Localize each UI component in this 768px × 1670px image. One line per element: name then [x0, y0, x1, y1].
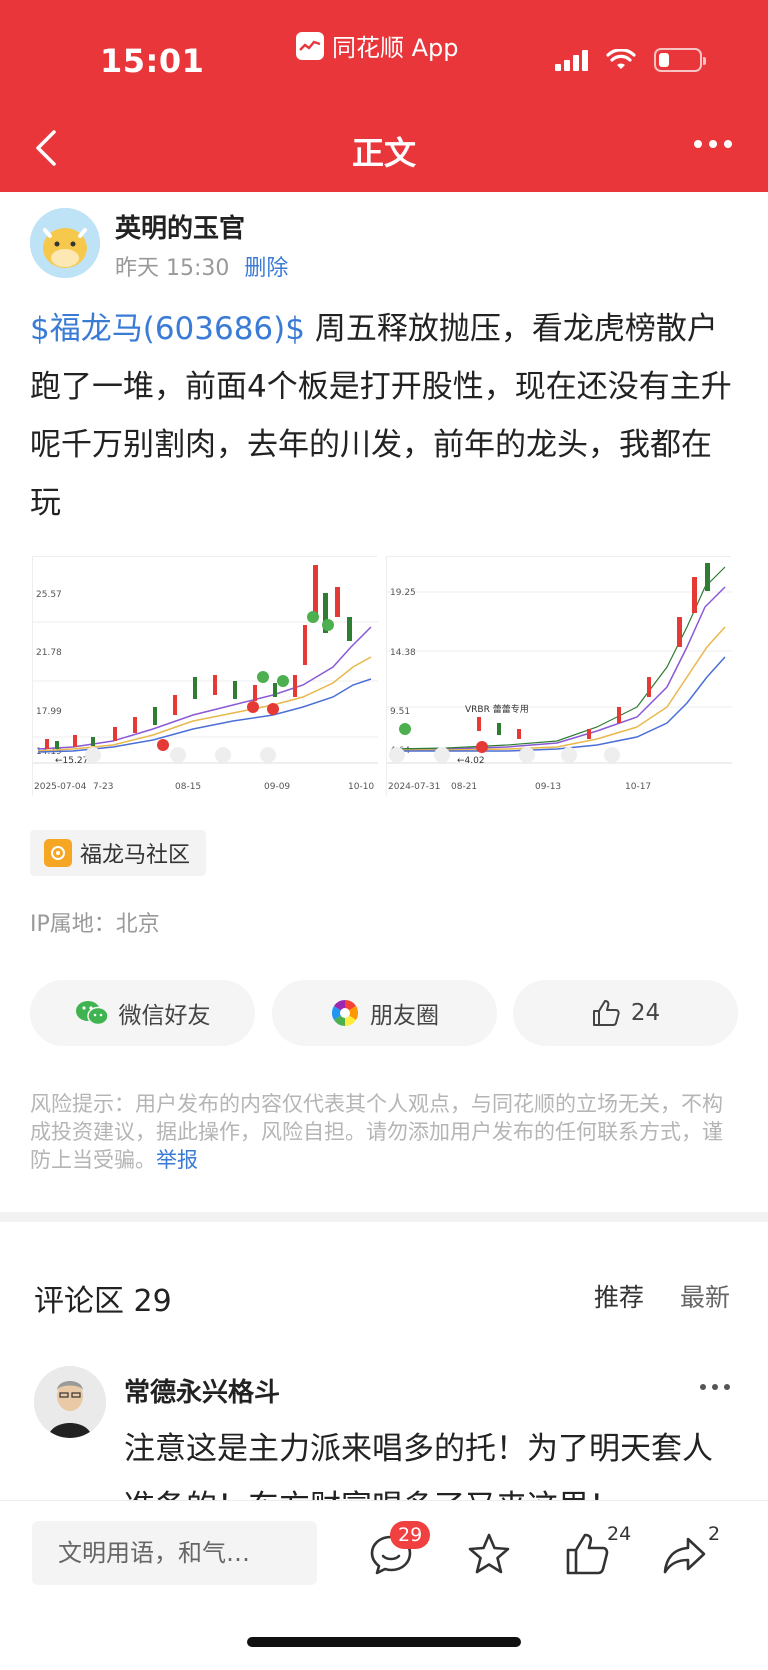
x-label: 10-10	[348, 782, 374, 792]
author-avatar[interactable]	[30, 208, 100, 278]
status-app-label: 同花顺 App	[296, 28, 459, 63]
like-button[interactable]: 24	[513, 980, 738, 1046]
bottom-action-bar: 文明用语，和气… 29 24 2	[0, 1500, 768, 1670]
thumbs-up-icon	[592, 1000, 620, 1026]
chart-annotation: VRBR 蕾蕾专用	[465, 703, 529, 715]
stock-tag-link[interactable]: $福龙马(603686)$	[30, 311, 305, 347]
ip-location: IP属地：北京	[30, 912, 160, 937]
share-count: 2	[708, 1523, 721, 1545]
commenter-avatar[interactable]	[34, 1366, 106, 1438]
status-app-name: 同花顺 App	[332, 34, 459, 62]
low-marker: ←4.02	[457, 756, 485, 766]
sort-recommend-tab[interactable]: 推荐	[594, 1278, 644, 1314]
more-options-icon[interactable]	[694, 140, 732, 148]
comment-more-icon[interactable]	[700, 1384, 730, 1390]
stock-chart-image-right[interactable]: 19.25 14.38 9.51 4.64 VRBR 蕾蕾专用 ←4.02 20…	[386, 556, 732, 797]
share-wechat-button[interactable]: 微信好友	[30, 980, 255, 1046]
y-label: 14.38	[390, 648, 416, 658]
star-icon[interactable]	[464, 1529, 514, 1579]
section-divider	[0, 1212, 768, 1222]
stock-chart-image-left[interactable]: 25.57 21.78 17.99 14.19 ←15.27 2025-07-0…	[32, 556, 378, 797]
share-moments-label: 朋友圈	[370, 1003, 439, 1029]
share-moments-button[interactable]: 朋友圈	[272, 980, 497, 1046]
commenter-name[interactable]: 常德永兴格斗	[124, 1372, 280, 1409]
y-label: 9.51	[390, 707, 410, 717]
cellular-signal-icon	[555, 49, 588, 71]
x-label: 10-17	[625, 782, 651, 792]
x-label: 2024-07-31	[388, 782, 440, 792]
wechat-icon	[75, 1001, 109, 1026]
y-label: 25.57	[36, 590, 62, 600]
x-label: 08-15	[175, 782, 201, 792]
x-label: 7-23	[93, 782, 113, 792]
status-icons	[555, 48, 706, 72]
share-arrow-icon[interactable]	[660, 1529, 710, 1579]
like-count-small: 24	[607, 1523, 632, 1545]
low-marker: ←15.27	[55, 756, 88, 766]
x-label: 09-13	[535, 782, 561, 792]
comment-input[interactable]: 文明用语，和气…	[32, 1521, 317, 1585]
community-icon	[44, 839, 72, 867]
wifi-icon	[606, 49, 636, 69]
x-label: 09-09	[264, 782, 290, 792]
report-link[interactable]: 举报	[156, 1148, 198, 1172]
risk-text: 风险提示：用户发布的内容仅代表其个人观点，与同花顺的立场无关，不构成投资建议，据…	[30, 1092, 723, 1172]
x-label: 08-21	[451, 782, 477, 792]
share-wechat-label: 微信好友	[118, 1003, 211, 1029]
thumbs-up-icon[interactable]	[562, 1529, 612, 1579]
home-indicator	[247, 1637, 521, 1647]
moments-icon	[331, 999, 359, 1027]
y-label: 17.99	[36, 707, 62, 717]
post-meta: 昨天 15:30 删除	[115, 250, 288, 282]
community-label: 福龙马社区	[80, 843, 191, 868]
post-content: $福龙马(603686)$ 周五释放抛压，看龙虎榜散户跑了一堆，前面4个板是打开…	[30, 300, 742, 532]
comment-section-title: 评论区 29	[34, 1284, 172, 1319]
y-label: 21.78	[36, 648, 62, 658]
delete-link[interactable]: 删除	[244, 256, 288, 281]
sort-latest-tab[interactable]: 最新	[680, 1278, 730, 1314]
page-title: 正文	[351, 134, 416, 172]
app-logo-icon	[296, 31, 324, 60]
status-time: 15:01	[100, 42, 205, 80]
like-count: 24	[630, 1000, 661, 1026]
community-tag[interactable]: 福龙马社区	[30, 830, 207, 876]
x-label: 2025-07-04	[34, 782, 87, 792]
risk-notice: 风险提示：用户发布的内容仅代表其个人观点，与同花顺的立场无关，不构成投资建议，据…	[30, 1090, 742, 1174]
app-header: 15:01 同花顺 App 正文	[0, 0, 768, 192]
comment-count-badge: 29	[390, 1521, 431, 1549]
y-label: 19.25	[390, 588, 416, 598]
post-time: 昨天 15:30	[115, 256, 230, 281]
comment-text: 注意这是主力派来唱多的托！为了明天套人准备的！东方财富唱多了又来这里！	[124, 1431, 713, 1500]
battery-icon	[654, 48, 706, 72]
author-name[interactable]: 英明的玉官	[115, 208, 245, 245]
